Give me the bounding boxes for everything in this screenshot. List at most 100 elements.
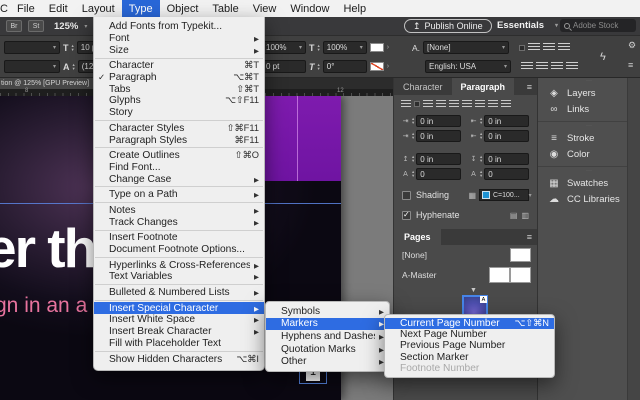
menu-object[interactable]: Object bbox=[160, 0, 206, 17]
menu-item-story[interactable]: Story bbox=[94, 107, 264, 119]
adobe-stock-search[interactable] bbox=[560, 19, 636, 32]
shading-color-select[interactable]: C=100... bbox=[479, 189, 529, 201]
stepper-icon[interactable] bbox=[412, 132, 414, 139]
menu-item-insert-special-character[interactable]: Insert Special Character bbox=[94, 302, 264, 314]
menu-item-add-fonts-from-typekit[interactable]: Add Fonts from Typekit... bbox=[94, 21, 264, 33]
menu-window[interactable]: Window bbox=[283, 0, 336, 17]
menu-item-paragraph-styles[interactable]: Paragraph Styles⌘F11 bbox=[94, 134, 264, 146]
menu-item-show-hidden-characters[interactable]: Show Hidden Characters⌥⌘I bbox=[94, 353, 264, 365]
align-right-icon[interactable] bbox=[543, 43, 555, 52]
swatch-arrow-icon[interactable]: › bbox=[387, 63, 389, 70]
dock-item-swatches[interactable]: Swatches bbox=[538, 175, 640, 191]
headline-text[interactable]: er th bbox=[0, 216, 95, 280]
right-indent-field[interactable]: 0 in bbox=[484, 115, 529, 127]
tab-paragraph[interactable]: Paragraph bbox=[452, 78, 515, 95]
stepper-icon[interactable] bbox=[412, 117, 414, 124]
menu-item-next-page-number[interactable]: Next Page Number bbox=[385, 329, 554, 340]
menu-item-current-page-number[interactable]: Current Page Number⌥⇧⌘N bbox=[385, 318, 554, 329]
align-active-box[interactable] bbox=[519, 45, 525, 51]
menu-item-track-changes[interactable]: Track Changes bbox=[94, 216, 264, 228]
font-style-select[interactable] bbox=[4, 41, 60, 54]
menu-type[interactable]: Type bbox=[122, 0, 160, 17]
hamburger-icon[interactable] bbox=[628, 60, 633, 70]
menu-item-character[interactable]: Character⌘T bbox=[94, 60, 264, 72]
last-line-indent-field[interactable]: 0 in bbox=[484, 130, 529, 142]
lightning-icon[interactable] bbox=[600, 51, 606, 63]
menu-item-document-footnote-options[interactable]: Document Footnote Options... bbox=[94, 244, 264, 256]
justify-right-icon[interactable] bbox=[551, 62, 563, 71]
menu-item-change-case[interactable]: Change Case bbox=[94, 173, 264, 185]
tab-character[interactable]: Character bbox=[394, 78, 452, 95]
menu-item-text-variables[interactable]: Text Variables bbox=[94, 271, 264, 283]
menu-item-hyperlinks-cross-references[interactable]: Hyperlinks & Cross-References bbox=[94, 259, 264, 271]
align-center-icon[interactable] bbox=[528, 43, 540, 52]
purple-banner-block[interactable] bbox=[262, 96, 341, 181]
stock-button[interactable]: St bbox=[28, 20, 44, 32]
drop-cap-lines-field[interactable]: 0 bbox=[416, 168, 461, 180]
master-none-thumbnail[interactable] bbox=[510, 248, 531, 262]
menu-item-insert-break-character[interactable]: Insert Break Character bbox=[94, 326, 264, 338]
shade-a-icon[interactable] bbox=[510, 211, 518, 220]
dock-item-links[interactable]: Links bbox=[538, 101, 640, 117]
menu-help[interactable]: Help bbox=[336, 0, 373, 17]
align-left-icon[interactable] bbox=[401, 100, 411, 108]
align-away-spine-icon[interactable] bbox=[501, 100, 511, 108]
tab-pages[interactable]: Pages bbox=[394, 229, 441, 245]
stepper-icon[interactable] bbox=[480, 155, 482, 162]
gear-icon[interactable] bbox=[628, 40, 636, 51]
stroke-swatch[interactable] bbox=[370, 62, 384, 71]
subline-text[interactable]: gn in an a bbox=[0, 294, 87, 318]
master-none-row[interactable]: [None] bbox=[394, 245, 537, 264]
swatch-arrow-icon[interactable]: › bbox=[387, 44, 389, 51]
menu-item-fill-with-placeholder-text[interactable]: Fill with Placeholder Text bbox=[94, 338, 264, 350]
menu-item-markers[interactable]: Markers bbox=[266, 318, 389, 331]
zoom-level[interactable]: 125% bbox=[54, 21, 78, 32]
skew-field[interactable]: 0° bbox=[323, 60, 367, 73]
first-line-indent-field[interactable]: 0 in bbox=[416, 130, 461, 142]
dock-item-cc-libraries[interactable]: CC Libraries bbox=[538, 191, 640, 207]
menu-item-find-font[interactable]: Find Font... bbox=[94, 162, 264, 174]
justify-all-icon[interactable] bbox=[566, 62, 578, 71]
char-style-select[interactable]: [None] bbox=[423, 41, 509, 54]
language-select[interactable]: English: USA bbox=[425, 60, 511, 73]
dock-item-stroke[interactable]: Stroke bbox=[538, 130, 640, 146]
justify-left-icon[interactable] bbox=[521, 62, 533, 71]
chevron-down-icon[interactable] bbox=[84, 23, 87, 30]
menu-item-insert-footnote[interactable]: Insert Footnote bbox=[94, 232, 264, 244]
align-towards-spine-icon[interactable] bbox=[488, 100, 498, 108]
panel-menu-icon[interactable] bbox=[527, 229, 532, 245]
shading-checkbox[interactable] bbox=[402, 191, 411, 200]
stepper-icon[interactable] bbox=[412, 170, 414, 177]
menu-item-paragraph[interactable]: Paragraph⌥⌘T bbox=[94, 72, 264, 84]
dock-item-color[interactable]: Color bbox=[538, 146, 640, 162]
menu-app-partial[interactable]: C bbox=[0, 0, 10, 17]
space-before-field[interactable]: 0 in bbox=[416, 153, 461, 165]
vertical-scale-field[interactable]: 100% bbox=[262, 41, 306, 54]
menu-item-tabs[interactable]: Tabs⇧⌘T bbox=[94, 83, 264, 95]
stepper-icon[interactable] bbox=[480, 117, 482, 124]
stepper-icon[interactable] bbox=[318, 44, 320, 51]
master-a-row[interactable]: A-Master bbox=[394, 264, 537, 285]
publish-online-button[interactable]: Publish Online bbox=[404, 19, 492, 33]
menu-item-size[interactable]: Size bbox=[94, 44, 264, 56]
menu-item-other[interactable]: Other bbox=[266, 355, 389, 368]
workspace-switcher[interactable]: Essentials bbox=[497, 20, 558, 31]
menu-item-quotation-marks[interactable]: Quotation Marks bbox=[266, 343, 389, 356]
menu-file[interactable]: File bbox=[10, 0, 42, 17]
space-after-field[interactable]: 0 in bbox=[484, 153, 529, 165]
dock-group-handle[interactable]: ··· bbox=[538, 168, 640, 175]
menu-item-font[interactable]: Font bbox=[94, 33, 264, 45]
justify-all-icon[interactable] bbox=[475, 100, 485, 108]
search-input[interactable] bbox=[573, 21, 629, 30]
justify-left-icon[interactable] bbox=[436, 100, 446, 108]
horizontal-scale-field[interactable]: 100% bbox=[323, 41, 367, 54]
justify-right-icon[interactable] bbox=[462, 100, 472, 108]
menu-item-type-on-a-path[interactable]: Type on a Path bbox=[94, 189, 264, 201]
bridge-button[interactable]: Br bbox=[6, 20, 22, 32]
stepper-icon[interactable] bbox=[480, 132, 482, 139]
menu-item-previous-page-number[interactable]: Previous Page Number bbox=[385, 340, 554, 351]
dock-group-handle[interactable]: ··· bbox=[538, 123, 640, 130]
menu-item-section-marker[interactable]: Section Marker bbox=[385, 352, 554, 363]
menu-item-hyphens-and-dashes[interactable]: Hyphens and Dashes bbox=[266, 330, 389, 343]
stepper-icon[interactable] bbox=[318, 63, 320, 70]
